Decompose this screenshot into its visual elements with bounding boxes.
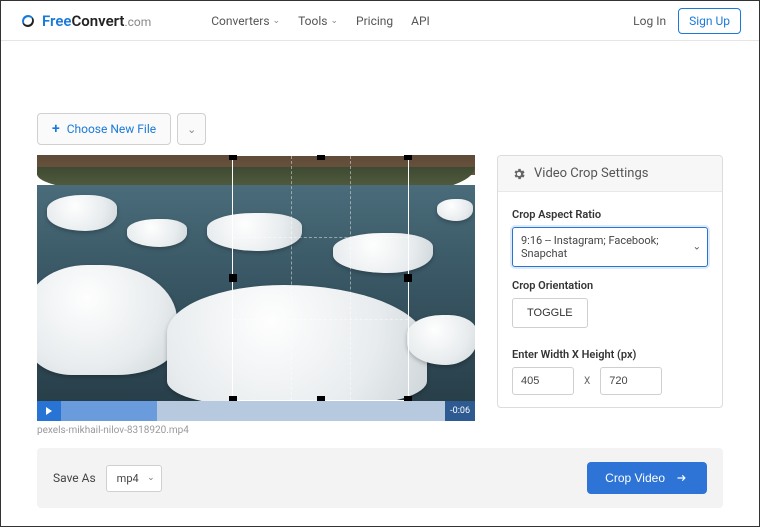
width-input[interactable] [512, 367, 574, 395]
add-more-dropdown[interactable]: ⌄ [177, 113, 206, 145]
aspect-ratio-select[interactable]: 9:16 -- Instagram; Facebook; Snapchat [512, 227, 708, 267]
video-panel: -0:06 pexels-mikhail-nilov-8318920.mp4 [37, 155, 475, 436]
file-toolbar: + Choose New File ⌄ [1, 113, 759, 145]
save-as-label: Save As [53, 471, 96, 485]
nav-pricing[interactable]: Pricing [356, 14, 393, 28]
wh-label: Enter Width X Height (px) [512, 348, 708, 361]
format-select[interactable]: mp4 [106, 465, 162, 492]
dimension-separator: X [584, 376, 590, 387]
play-button[interactable] [37, 401, 61, 421]
orientation-toggle-button[interactable]: TOGGLE [512, 298, 588, 328]
time-remaining: -0:06 [445, 401, 475, 421]
plus-icon: + [52, 121, 60, 137]
chevron-down-icon: ⌄ [273, 16, 281, 26]
nav-api[interactable]: API [411, 14, 430, 28]
video-preview[interactable] [37, 155, 475, 401]
crop-handle[interactable] [317, 155, 325, 160]
chevron-down-icon: ⌄ [187, 123, 196, 136]
arrow-right-icon [675, 471, 689, 485]
signup-button[interactable]: Sign Up [678, 8, 741, 34]
settings-title: Video Crop Settings [534, 166, 648, 181]
nav-tools[interactable]: Tools⌄ [298, 14, 338, 28]
crop-handle[interactable] [229, 155, 237, 160]
crop-handle[interactable] [404, 155, 412, 160]
main-content: -0:06 pexels-mikhail-nilov-8318920.mp4 V… [1, 145, 759, 436]
gear-icon [512, 167, 526, 181]
app-header: FreeConvert.com Converters⌄ Tools⌄ Prici… [1, 1, 759, 41]
height-input[interactable] [600, 367, 662, 395]
progress-played[interactable] [61, 401, 157, 421]
chevron-down-icon: ⌄ [330, 16, 338, 26]
logo-icon [19, 12, 37, 30]
player-bar: -0:06 [37, 401, 475, 421]
play-icon [46, 407, 52, 415]
settings-header: Video Crop Settings [498, 156, 722, 192]
orientation-label: Crop Orientation [512, 279, 708, 292]
footer-bar: Save As mp4 ⌄ Crop Video [37, 448, 723, 508]
crop-selection[interactable] [232, 155, 409, 401]
logo[interactable]: FreeConvert.com [19, 12, 151, 30]
progress-remaining[interactable]: -0:06 [157, 401, 475, 421]
video-filename: pexels-mikhail-nilov-8318920.mp4 [37, 421, 475, 436]
aspect-ratio-label: Crop Aspect Ratio [512, 208, 708, 221]
choose-new-file-button[interactable]: + Choose New File [37, 113, 171, 145]
width-height-row: X [512, 367, 708, 395]
nav-converters[interactable]: Converters⌄ [211, 14, 280, 28]
logo-text: FreeConvert.com [42, 12, 151, 30]
settings-body: Crop Aspect Ratio 9:16 -- Instagram; Fac… [498, 192, 722, 407]
main-nav: Converters⌄ Tools⌄ Pricing API [211, 14, 430, 28]
settings-panel: Video Crop Settings Crop Aspect Ratio 9:… [497, 155, 723, 408]
crop-video-button[interactable]: Crop Video [587, 462, 707, 494]
login-link[interactable]: Log In [633, 14, 666, 28]
crop-handle[interactable] [229, 274, 237, 282]
crop-handle[interactable] [404, 274, 412, 282]
header-right: Log In Sign Up [633, 8, 741, 34]
